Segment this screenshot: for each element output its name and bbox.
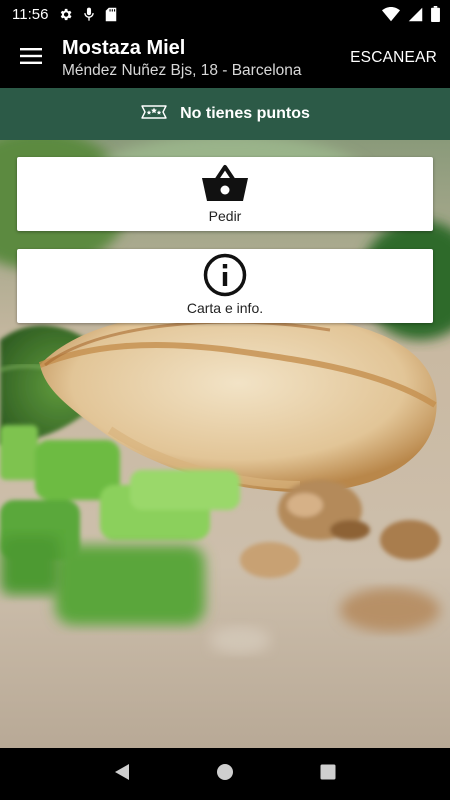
back-button[interactable] xyxy=(102,754,142,794)
status-time: 11:56 xyxy=(12,5,49,23)
order-button[interactable]: Pedir xyxy=(17,157,433,231)
stars-ribbon-icon xyxy=(140,102,168,127)
battery-icon xyxy=(431,6,440,22)
points-status-text: No tienes puntos xyxy=(180,105,310,122)
info-circle-icon xyxy=(203,253,247,297)
recents-button[interactable] xyxy=(308,754,348,794)
gear-icon xyxy=(58,7,73,22)
recents-square-icon xyxy=(320,764,336,785)
home-circle-icon xyxy=(216,763,234,786)
back-triangle-icon xyxy=(114,763,130,786)
restaurant-name: Mostaza Miel xyxy=(62,37,186,59)
food-background-image xyxy=(0,140,450,748)
app-bar: Mostaza Miel Méndez Nuñez Bjs, 18 - Barc… xyxy=(0,28,450,88)
points-banner[interactable]: No tienes puntos xyxy=(0,88,450,140)
sd-card-icon xyxy=(105,7,117,22)
system-nav-bar xyxy=(0,748,450,800)
menu-info-label: Carta e info. xyxy=(186,300,264,316)
restaurant-header: Mostaza Miel Méndez Nuñez Bjs, 18 - Barc… xyxy=(62,34,338,82)
order-label: Pedir xyxy=(208,208,242,224)
menu-info-button[interactable]: Carta e info. xyxy=(17,249,433,323)
microphone-icon xyxy=(83,7,95,22)
wifi-icon xyxy=(382,6,400,22)
cellular-signal-icon xyxy=(408,7,423,22)
status-bar: 11:56 xyxy=(0,0,450,28)
main-content: Pedir Carta e info. xyxy=(0,140,450,748)
hamburger-menu-icon xyxy=(20,47,42,69)
restaurant-address: Méndez Nuñez Bjs, 18 - Barcelona xyxy=(62,62,302,79)
home-button[interactable] xyxy=(205,754,245,794)
menu-button[interactable] xyxy=(0,28,62,88)
shopping-basket-icon xyxy=(201,161,249,205)
scan-button[interactable]: ESCANEAR xyxy=(338,28,450,88)
